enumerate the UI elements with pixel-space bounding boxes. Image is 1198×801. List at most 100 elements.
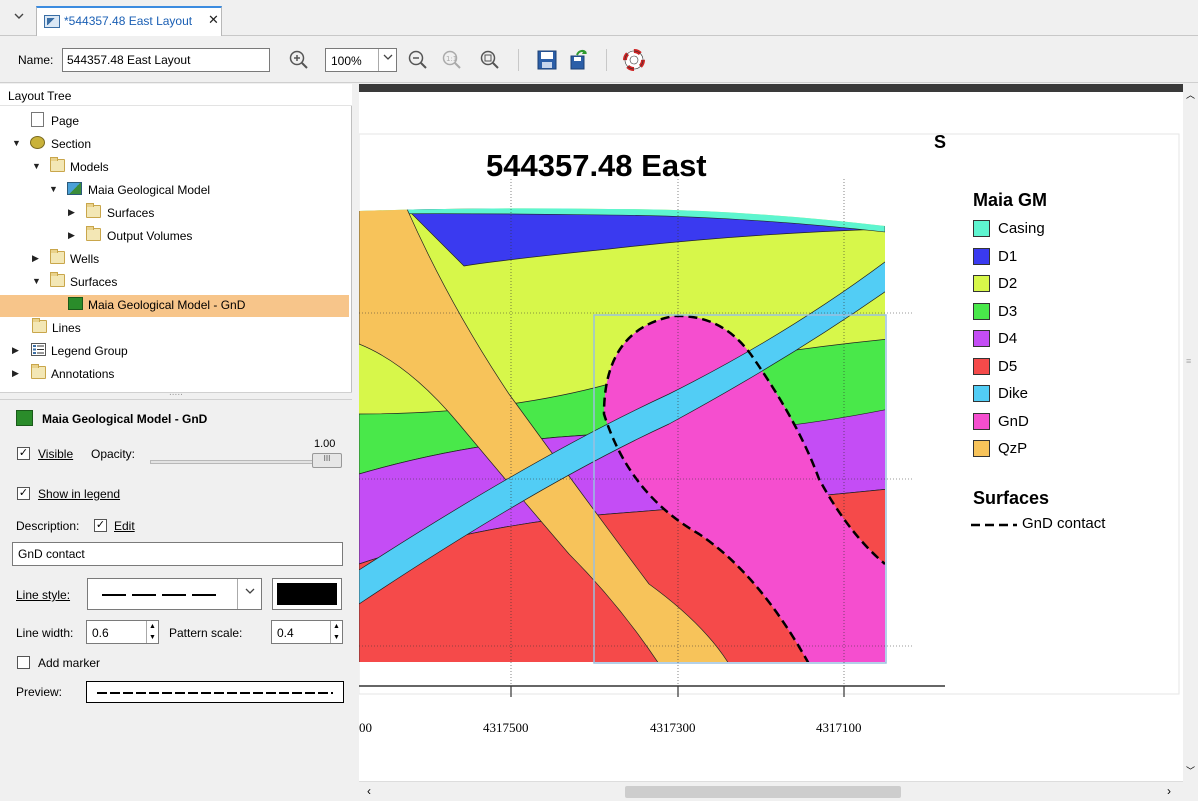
zoom-fit-icon[interactable] (478, 48, 502, 72)
legend-item: D1 (973, 247, 1173, 267)
scroll-grip-icon[interactable]: ≡ (1186, 356, 1191, 366)
layout-tree-header: Layout Tree (0, 84, 352, 106)
line-width-spinner[interactable]: 0.6 ▲ ▼ (86, 620, 159, 644)
toolbar: Name: 544357.48 East Layout 100% 1:1 (0, 37, 1198, 83)
tree-item-maia-model[interactable]: ▼ Maia Geological Model (0, 178, 340, 201)
legend-swatch (973, 330, 990, 347)
left-panel: Layout Tree Page ▼ Section ▼ Models ▼ Ma… (0, 84, 352, 801)
opacity-slider-thumb[interactable]: III (312, 453, 342, 468)
collapsed-arrow-icon[interactable]: ▶ (68, 230, 75, 241)
legend-label: D3 (998, 302, 1018, 320)
tree-item-legend-group[interactable]: ▶ Legend Group (0, 339, 340, 362)
collapsed-arrow-icon[interactable]: ▶ (12, 345, 19, 356)
edit-label: Edit (114, 519, 135, 533)
line-style-label: Line style: (16, 588, 71, 602)
expanded-arrow-icon[interactable]: ▼ (49, 184, 58, 194)
collapsed-arrow-icon[interactable]: ▶ (32, 253, 39, 264)
opacity-label: Opacity: (91, 447, 136, 461)
add-marker-checkbox[interactable] (17, 656, 30, 669)
show-in-legend-label: Show in legend (38, 487, 121, 501)
toolbar-separator (518, 49, 519, 71)
line-style-select[interactable] (87, 578, 262, 610)
save-icon[interactable] (535, 48, 559, 72)
tree-item-gnd-surface[interactable]: Maia Geological Model - GnD (0, 293, 340, 316)
tree-item-wells[interactable]: ▶ Wells (0, 247, 340, 270)
legend-item: D3 (973, 302, 1173, 322)
pattern-scale-label: Pattern scale: (169, 626, 243, 640)
layout-icon (44, 15, 60, 28)
zoom-out-icon[interactable] (406, 48, 430, 72)
tab-list-menu-icon[interactable] (8, 10, 30, 28)
folder-icon (50, 157, 65, 172)
vertical-scrollbar[interactable]: ︿ ≡ ﹀ (1183, 84, 1198, 781)
color-swatch (277, 583, 337, 605)
legend-item: D4 (973, 329, 1173, 349)
name-input[interactable]: 544357.48 East Layout (62, 48, 270, 72)
chevron-down-icon[interactable] (378, 49, 396, 71)
layout-canvas[interactable]: 544357.48 East S 00 4317500 4317300 4317… (359, 84, 1183, 781)
line-width-value: 0.6 (92, 626, 109, 640)
tree-item-label: Annotations (51, 367, 115, 381)
zoom-select[interactable]: 100% (325, 48, 397, 72)
toolbar-separator (606, 49, 607, 71)
tree-item-lines[interactable]: Lines (0, 316, 340, 339)
close-tab-icon[interactable]: ✕ (208, 12, 219, 28)
export-icon[interactable] (566, 48, 590, 72)
tree-item-surfaces[interactable]: ▼ Surfaces (0, 270, 340, 293)
add-marker-label: Add marker (38, 656, 101, 670)
tree-item-section[interactable]: ▼ Section (0, 132, 340, 155)
legend-title-surfaces: Surfaces (973, 488, 1050, 508)
description-input[interactable]: GnD contact (12, 542, 343, 566)
legend-label: Casing (998, 220, 1045, 237)
layout-tree: Page ▼ Section ▼ Models ▼ Maia Geologica… (0, 107, 352, 387)
tree-item-annotations[interactable]: ▶ Annotations (0, 362, 340, 385)
pattern-scale-spinner[interactable]: 0.4 ▲ ▼ (271, 620, 343, 644)
legend-label: GnD (998, 412, 1029, 430)
legend-swatch (973, 385, 990, 402)
tab-bar: *544357.48 East Layout ✕ (0, 0, 1198, 36)
horizontal-scrollbar[interactable]: ‹ › (359, 781, 1183, 801)
x-tick-label: 4317300 (650, 720, 696, 735)
tree-item-label: Page (51, 114, 80, 128)
expanded-arrow-icon[interactable]: ▼ (32, 161, 41, 171)
zoom-actual-icon[interactable]: 1:1 (440, 48, 464, 72)
expanded-arrow-icon[interactable]: ▼ (32, 276, 41, 286)
tree-item-models[interactable]: ▼ Models (0, 155, 340, 178)
help-lifebuoy-icon[interactable] (622, 48, 646, 72)
preview-label: Preview: (16, 685, 63, 699)
expanded-arrow-icon[interactable]: ▼ (12, 138, 21, 148)
legend-swatch (973, 275, 990, 292)
legend-surface-label: GnD contact (1022, 515, 1106, 532)
opacity-value: 1.00 (314, 438, 336, 450)
scroll-left-icon[interactable]: ‹ (367, 784, 371, 798)
spinner-arrows-icon[interactable]: ▲ ▼ (146, 621, 158, 643)
legend-item: D2 (973, 274, 1173, 294)
legend-title-maia-gm: Maia GM (973, 190, 1048, 210)
tab-layout[interactable]: *544357.48 East Layout ✕ (36, 6, 222, 36)
x-tick-label: 00 (359, 720, 372, 735)
tree-item-output-volumes[interactable]: ▶ Output Volumes (0, 224, 340, 247)
panel-splitter[interactable] (0, 387, 352, 400)
show-in-legend-checkbox[interactable]: ✓ (17, 487, 30, 500)
edit-checkbox[interactable]: ✓ (94, 519, 107, 532)
folder-icon (31, 364, 46, 379)
zoom-in-icon[interactable] (287, 48, 311, 72)
tree-item-label: Section (51, 137, 92, 151)
scroll-up-icon[interactable]: ︿ (1186, 88, 1195, 101)
legend-label: Dike (998, 385, 1029, 402)
scroll-down-icon[interactable]: ﹀ (1186, 764, 1195, 777)
visible-checkbox[interactable]: ✓ (17, 447, 30, 460)
x-tick-label: 4317500 (483, 720, 529, 735)
collapsed-arrow-icon[interactable]: ▶ (68, 207, 75, 218)
tree-item-model-surfaces[interactable]: ▶ Surfaces (0, 201, 340, 224)
collapsed-arrow-icon[interactable]: ▶ (12, 368, 19, 379)
chevron-down-icon[interactable] (237, 579, 261, 609)
section-icon (30, 136, 45, 149)
horizontal-scroll-thumb[interactable] (625, 786, 901, 798)
line-color-picker[interactable] (272, 578, 342, 610)
tree-item-page[interactable]: Page (0, 109, 340, 132)
scroll-right-icon[interactable]: › (1167, 784, 1171, 798)
spinner-arrows-icon[interactable]: ▲ ▼ (330, 621, 342, 643)
legend-swatch (973, 247, 990, 265)
pattern-scale-value: 0.4 (277, 626, 294, 640)
